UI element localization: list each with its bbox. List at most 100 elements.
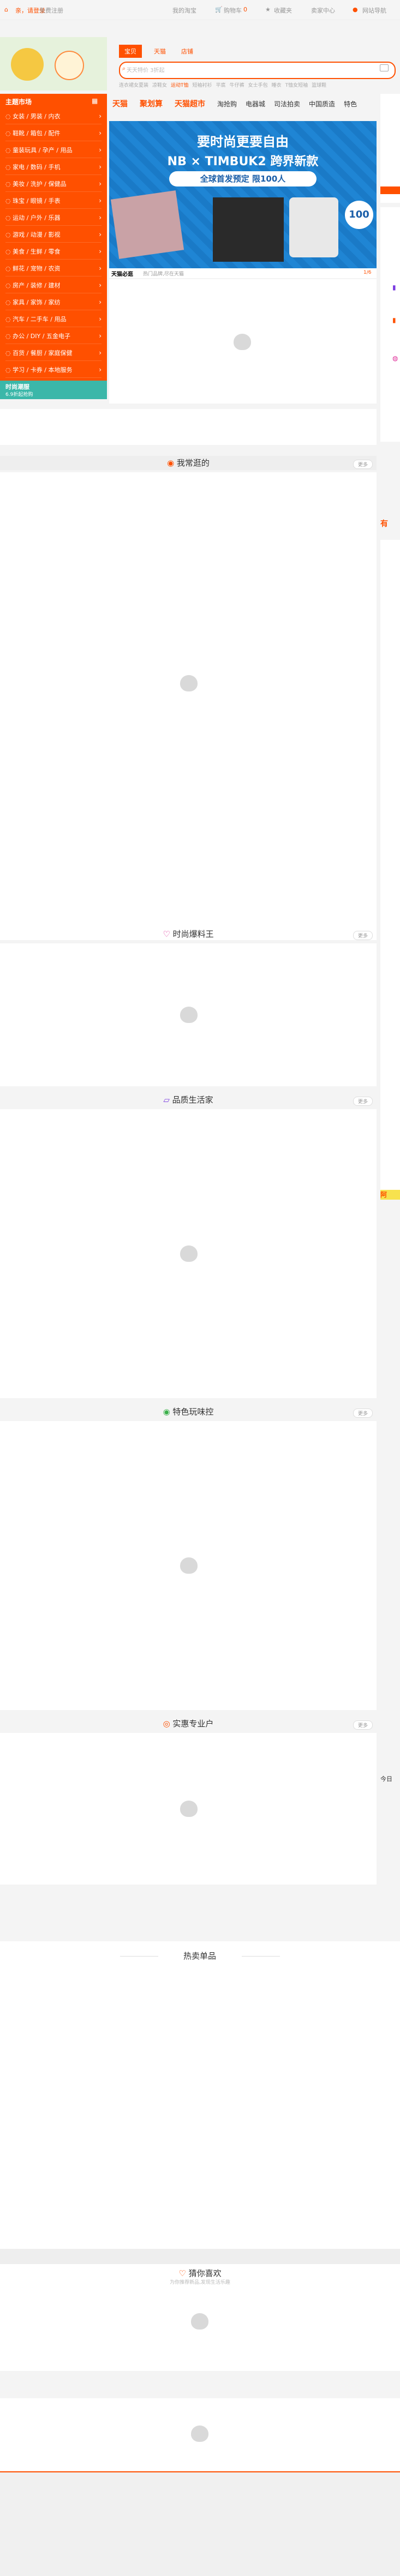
category-icon: ◌ — [5, 130, 13, 137]
favorites-star-icon[interactable]: ★ — [265, 6, 271, 13]
hero-banner[interactable]: 要时尚更要自由 NB × TIMBUK2 跨界新款 全球首发预定 限100人 1… — [109, 121, 377, 278]
section-panel-value — [0, 1733, 377, 1885]
sidebar-category[interactable]: ◌ 美妆 / 洗护 / 保健品 › — [5, 177, 102, 192]
camera-icon[interactable] — [380, 64, 389, 71]
chevron-right-icon: › — [99, 129, 102, 137]
more-button-frequent[interactable]: 更多 — [353, 460, 373, 469]
hotword-link[interactable]: 牛仔裤 — [230, 83, 244, 88]
nav-item[interactable]: 电器城 — [246, 100, 265, 108]
nav-item[interactable]: 司法拍卖 — [274, 100, 300, 108]
category-label: 学习 / 卡券 / 本地服务 — [13, 366, 73, 374]
sidebar-category[interactable]: ◌ 房产 / 装修 / 建材 › — [5, 278, 102, 293]
section-title-special: ◉ 特色玩味控 — [163, 1407, 214, 1417]
guess-band — [0, 2249, 400, 2264]
chevron-right-icon: › — [99, 264, 102, 272]
chevron-right-icon: › — [99, 197, 102, 204]
nav-item[interactable]: 淘抢购 — [217, 100, 237, 108]
mascot-logo[interactable] — [0, 37, 107, 91]
nav-item[interactable]: 中国质造 — [309, 100, 335, 108]
section-title-value: ◎ 实惠专业户 — [163, 1719, 214, 1729]
nav-item[interactable]: 天猫超市 — [175, 100, 205, 109]
hotword-link[interactable]: 女士手包 — [248, 83, 268, 88]
guess-panel: ♡ 猜你喜欢 为你推荐新品,发现生活乐趣 — [0, 2264, 400, 2371]
section-title-fashion: ♡ 时尚爆料王 — [163, 929, 214, 939]
hotword-link[interactable]: 运动T恤 — [171, 83, 189, 88]
hotword-link[interactable]: 睡衣 — [272, 83, 282, 88]
tab-tmall[interactable]: 天猫 — [148, 45, 171, 58]
hot-items-title: 热卖单品 — [183, 1951, 216, 1961]
nav-item[interactable]: 聚划算 — [140, 100, 163, 109]
loading-placeholder-icon — [180, 1557, 198, 1574]
category-icon: ◌ — [5, 113, 13, 120]
section-panel-fashion — [0, 943, 377, 1086]
hotword-link[interactable]: 平底 — [216, 83, 226, 88]
banner-cta: 全球首发预定 限100人 — [169, 171, 317, 186]
promo-strip — [0, 409, 377, 445]
sidebar-category[interactable]: ◌ 鞋靴 / 箱包 / 配件 › — [5, 126, 102, 141]
home-icon[interactable]: ⌂ — [4, 6, 8, 13]
divider — [242, 1956, 280, 1957]
nav-item[interactable]: 特色 — [344, 100, 357, 108]
sidebar-category[interactable]: ◌ 珠宝 / 眼镜 / 手表 › — [5, 194, 102, 209]
sidebar-category[interactable]: ◌ 运动 / 户外 / 乐器 › — [5, 210, 102, 226]
sidebar-category[interactable]: ◌ 办公 / DIY / 五金电子 › — [5, 329, 102, 344]
chevron-right-icon: › — [99, 112, 102, 120]
category-label: 汽车 / 二手车 / 用品 — [13, 316, 67, 323]
hot-items-panel — [0, 1941, 400, 2252]
category-icon: ◌ — [5, 248, 13, 255]
loading-placeholder-icon — [191, 2313, 208, 2330]
sidebar-category[interactable]: ◌ 百货 / 餐厨 / 家庭保健 › — [5, 346, 102, 361]
sidebar-promo[interactable]: 时尚潮服 6.9折起抢购 — [0, 381, 107, 399]
hotword-link[interactable]: 凉鞋女 — [152, 83, 167, 88]
more-button-fashion[interactable]: 更多 — [353, 931, 373, 940]
cart-link[interactable]: 购物车 — [224, 6, 242, 15]
hotword-link[interactable]: 连衣裙女夏装 — [119, 83, 148, 88]
more-button-special[interactable]: 更多 — [353, 1409, 373, 1418]
right-tag-1: 有 — [380, 520, 388, 528]
seller-center-link[interactable]: 卖家中心 — [311, 6, 335, 15]
category-label: 鞋靴 / 箱包 / 配件 — [13, 130, 61, 137]
nav-item[interactable]: 天猫 — [112, 100, 128, 109]
favorites-link[interactable]: 收藏夹 — [274, 6, 292, 15]
bag-image-black — [213, 197, 284, 262]
category-icon: ◌ — [5, 147, 13, 154]
chevron-right-icon: › — [99, 349, 102, 357]
sidebar-category[interactable]: ◌ 家具 / 家饰 / 家纺 › — [5, 295, 102, 310]
right-column-top — [380, 94, 400, 203]
sidebar-category[interactable]: ◌ 学习 / 卡券 / 本地服务 › — [5, 363, 102, 378]
category-icon: ◌ — [5, 316, 13, 323]
category-icon: ◌ — [5, 180, 13, 188]
category-label: 鲜花 / 宠物 / 农资 — [13, 265, 61, 272]
shoe-image — [289, 197, 338, 257]
chevron-right-icon: › — [99, 163, 102, 171]
cart-icon[interactable]: 🛒 — [215, 6, 223, 13]
chevron-right-icon: › — [99, 315, 102, 323]
more-button-quality[interactable]: 更多 — [353, 1097, 373, 1106]
grid-icon[interactable]: ▦ — [92, 97, 98, 105]
sidebar-category[interactable]: ◌ 汽车 / 二手车 / 用品 › — [5, 312, 102, 327]
category-icon: ◌ — [5, 299, 13, 306]
sidebar-category[interactable]: ◌ 美食 / 生鲜 / 零食 › — [5, 244, 102, 260]
hotword-link[interactable]: 篮球鞋 — [312, 83, 326, 88]
banner-headline: 要时尚更要自由 — [197, 134, 289, 149]
guess-title: ♡ 猜你喜欢 — [178, 2268, 222, 2278]
sidebar-title: 主题市场 — [5, 98, 32, 106]
sidebar-category[interactable]: ◌ 家电 / 数码 / 手机 › — [5, 160, 102, 175]
search-icon: ⌕ — [122, 65, 126, 72]
tab-shop[interactable]: 店铺 — [176, 45, 199, 58]
category-label: 房产 / 装修 / 建材 — [13, 282, 61, 289]
site-nav-link[interactable]: 网站导航 — [362, 6, 386, 15]
register-link[interactable]: 免费注册 — [39, 6, 63, 15]
sidebar-category[interactable]: ◌ 女装 / 男装 / 内衣 › — [5, 109, 102, 124]
section-panel-quality — [0, 1109, 377, 1398]
tab-baobei[interactable]: 宝贝 — [119, 45, 142, 58]
sidebar-category[interactable]: ◌ 游戏 / 动漫 / 影视 › — [5, 227, 102, 243]
hotword-link[interactable]: 短袖衬衫 — [193, 83, 212, 88]
banner-pager[interactable]: 1/6 — [363, 270, 371, 275]
more-button-value[interactable]: 更多 — [353, 1720, 373, 1730]
sidebar-category[interactable]: ◌ 童装玩具 / 孕产 / 用品 › — [5, 143, 102, 158]
my-taobao-link[interactable]: 我的淘宝 — [172, 6, 196, 15]
category-icon: ◌ — [5, 265, 13, 272]
hotword-link[interactable]: T恤女短袖 — [285, 83, 308, 88]
sidebar-category[interactable]: ◌ 鲜花 / 宠物 / 农资 › — [5, 261, 102, 276]
